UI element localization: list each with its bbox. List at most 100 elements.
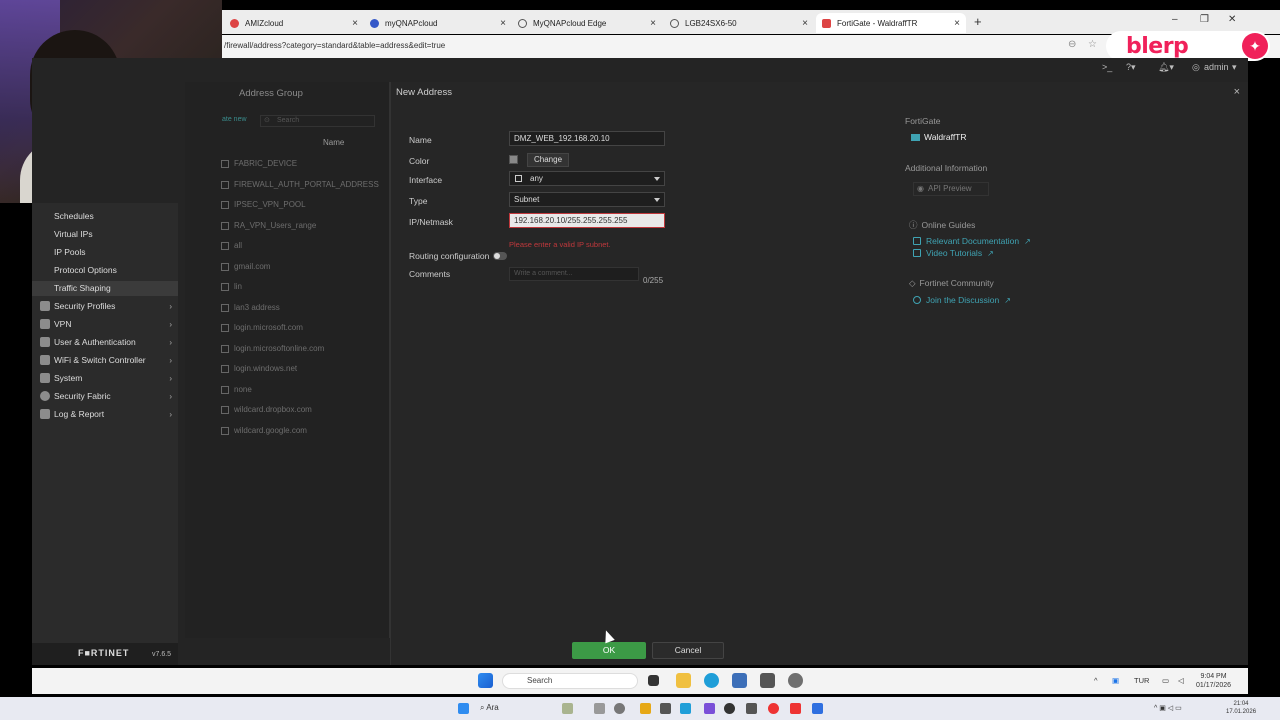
help-icon[interactable]: ?▾ — [1126, 62, 1136, 73]
edge-icon[interactable] — [704, 673, 719, 688]
list-item[interactable]: lin — [221, 282, 242, 291]
zoom-icon[interactable]: ⊖ — [1068, 39, 1076, 50]
app-icon[interactable] — [562, 703, 573, 714]
app-icon[interactable] — [614, 703, 625, 714]
app-icon[interactable] — [812, 703, 823, 714]
list-item[interactable]: FIREWALL_AUTH_PORTAL_ADDRESS — [221, 180, 379, 189]
app-icon[interactable] — [746, 703, 757, 714]
browser-tab[interactable]: myQNAPcloud × — [364, 13, 512, 33]
admin-menu[interactable]: admin — [1204, 62, 1229, 72]
sidebar-item-log-report[interactable]: Log & Report › — [40, 409, 172, 419]
list-item[interactable]: gmail.com — [221, 262, 270, 271]
browser-tab-active[interactable]: FortiGate - WaldraffTR × — [816, 13, 966, 33]
sidebar-item-vpn[interactable]: VPN › — [40, 319, 172, 329]
taskbar-clock[interactable]: 9:04 PM 01/17/2026 — [1196, 672, 1231, 690]
list-item[interactable]: FABRIC_DEVICE — [221, 159, 297, 168]
app-icon[interactable] — [704, 703, 715, 714]
list-item[interactable]: wildcard.google.com — [221, 426, 307, 435]
close-icon[interactable]: × — [954, 18, 960, 29]
app-icon[interactable] — [732, 673, 747, 688]
app-icon[interactable] — [768, 703, 779, 714]
sidebar-item-security-profiles[interactable]: Security Profiles › — [40, 301, 172, 311]
join-discussion-link[interactable]: Join the Discussion ↗ — [913, 295, 1011, 305]
tray-app-icon[interactable]: ▣ — [1112, 676, 1119, 685]
task-view-icon[interactable] — [648, 675, 659, 686]
browser-tab[interactable]: MyQNAPcloud Edge × — [512, 13, 662, 33]
list-item[interactable]: login.microsoft.com — [221, 323, 303, 332]
app-icon[interactable] — [660, 703, 671, 714]
close-icon[interactable]: × — [802, 18, 808, 29]
sidebar-item-system[interactable]: System › — [40, 373, 172, 383]
list-item[interactable]: wildcard.dropbox.com — [221, 405, 312, 414]
start-icon[interactable] — [458, 703, 469, 714]
sidebar-item-wifi-switch[interactable]: WiFi & Switch Controller › — [40, 355, 172, 365]
sidebar-item-protocol-options[interactable]: Protocol Options — [54, 265, 117, 275]
sidebar-item-user-authentication[interactable]: User & Authentication › — [40, 337, 172, 347]
close-icon[interactable]: × — [500, 18, 506, 29]
user-icon[interactable]: ◎ — [1192, 62, 1200, 73]
comments-field[interactable]: Write a comment... — [509, 267, 639, 281]
edge-icon[interactable] — [680, 703, 691, 714]
tray-chevron-icon[interactable]: ^ — [1094, 676, 1098, 685]
tray-icons[interactable]: ^ ▣ ◁ ▭ — [1154, 704, 1182, 712]
interface-select[interactable]: any — [509, 171, 665, 186]
app-icon[interactable] — [790, 703, 801, 714]
list-search-input[interactable]: ⊙ Search — [260, 115, 375, 127]
cancel-button[interactable]: Cancel — [652, 642, 724, 659]
volume-icon[interactable]: ◁ — [1178, 676, 1184, 685]
close-icon[interactable]: × — [352, 18, 358, 29]
change-color-button[interactable]: Change — [527, 153, 570, 167]
video-tutorials-link[interactable]: Video Tutorials ↗ — [913, 248, 994, 258]
start-icon[interactable] — [478, 673, 493, 688]
folder-icon[interactable] — [640, 703, 651, 714]
settings-icon[interactable] — [788, 673, 803, 688]
browser-tab[interactable]: LGB24SX6-50 × — [664, 13, 814, 33]
sidebar-item-security-fabric[interactable]: Security Fabric › — [40, 391, 172, 401]
column-header-name[interactable]: Name — [323, 138, 344, 147]
taskbar-search[interactable]: Search — [502, 673, 638, 689]
folder-icon[interactable] — [676, 673, 691, 688]
list-item[interactable]: lan3 address — [221, 303, 280, 312]
bookmark-icon[interactable]: ☆ — [1088, 39, 1097, 50]
list-item[interactable]: none — [221, 385, 252, 394]
address-icon — [221, 426, 229, 435]
ipnetmask-field[interactable]: 192.168.20.10/255.255.255.255 — [509, 213, 665, 228]
api-preview-button[interactable]: ◉ API Preview — [913, 182, 989, 196]
language-indicator[interactable]: TUR — [1134, 676, 1149, 685]
create-new-button[interactable]: ate new — [222, 116, 247, 123]
sidebar-item-schedules[interactable]: Schedules — [54, 211, 94, 221]
type-select[interactable]: Subnet — [509, 192, 665, 207]
bell-icon[interactable]: 🔔︎▾ — [1158, 62, 1174, 73]
blerp-logo-icon: ✦ — [1242, 33, 1268, 59]
sidebar-item-ip-pools[interactable]: IP Pools — [54, 247, 86, 257]
relevant-documentation-link[interactable]: Relevant Documentation ↗ — [913, 236, 1031, 246]
routing-toggle[interactable] — [493, 252, 507, 260]
host-clock[interactable]: 21:04 17.01.2026 — [1226, 700, 1256, 716]
app-icon[interactable] — [760, 673, 775, 688]
list-item[interactable]: IPSEC_VPN_POOL — [221, 200, 306, 209]
routing-label: Routing configuration — [409, 251, 490, 261]
community-heading: ◇ Fortinet Community — [909, 278, 994, 288]
close-icon[interactable]: × — [650, 18, 656, 29]
new-tab-button[interactable]: + — [974, 14, 982, 29]
minimize-icon[interactable]: – — [1172, 14, 1178, 25]
sidebar-item-virtual-ips[interactable]: Virtual IPs — [54, 229, 93, 239]
url-text[interactable]: /firewall/address?category=standard&tabl… — [224, 41, 445, 50]
list-item[interactable]: RA_VPN_Users_range — [221, 221, 316, 230]
browser-tab[interactable]: AMIZcloud × — [224, 13, 364, 33]
ok-button[interactable]: OK — [572, 642, 646, 659]
cli-icon[interactable]: >_ — [1102, 62, 1112, 72]
app-icon[interactable] — [724, 703, 735, 714]
app-icon[interactable] — [594, 703, 605, 714]
name-field[interactable]: DMZ_WEB_192.168.20.10 — [509, 131, 665, 146]
restore-icon[interactable]: ❐ — [1200, 14, 1209, 25]
host-search[interactable]: ⌕ Ara — [480, 703, 499, 713]
network-icon[interactable]: ▭ — [1162, 676, 1169, 685]
list-item[interactable]: login.microsoftonline.com — [221, 344, 324, 353]
list-item[interactable]: all — [221, 241, 242, 250]
window-close-icon[interactable]: ✕ — [1228, 14, 1236, 25]
close-icon[interactable]: × — [1234, 86, 1240, 98]
tab-address-group[interactable]: Address Group — [239, 88, 303, 99]
list-item[interactable]: login.windows.net — [221, 364, 297, 373]
sidebar-item-traffic-shaping[interactable]: Traffic Shaping — [32, 281, 178, 296]
